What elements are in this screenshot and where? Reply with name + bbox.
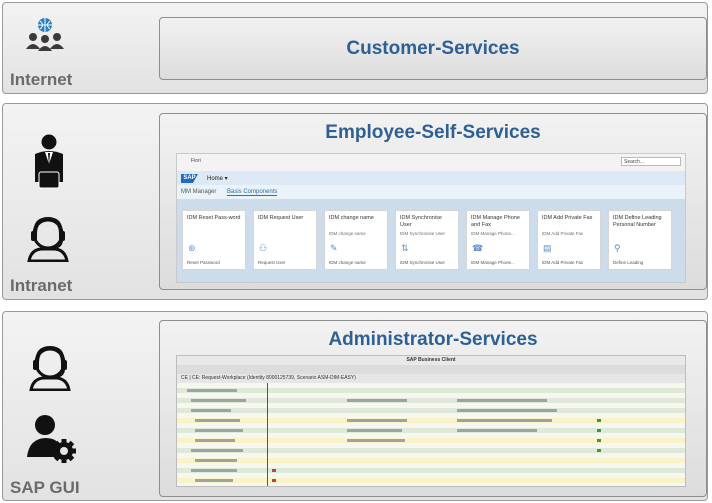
tile-add-private-fax[interactable]: IDM Add Private Fax IDM Add Private Fax … (537, 210, 601, 270)
sap-gui-screenshot: SAP Business Client CE | CE: Request-Wor… (176, 355, 686, 487)
users-icon: ⚇ (259, 243, 268, 253)
header-text: CE | CE: Request-Workplace (Identity 800… (181, 375, 356, 381)
customer-services-panel[interactable]: Customer-Services (159, 17, 707, 80)
support-agent-icon (27, 216, 69, 262)
tile-define-leading[interactable]: IDM Define Leading Personal Number ⚲ Def… (608, 210, 672, 270)
tab-basis-components[interactable]: Basis Components (227, 189, 278, 196)
zone-label-intranet: Intranet (10, 276, 73, 295)
internet-users-icon (26, 18, 64, 51)
browser-text: Fiori (191, 158, 201, 164)
tile-subtitle: IDM Add Private Fax (542, 231, 584, 236)
window-title: SAP Business Client (406, 357, 456, 363)
tile-footer: Request User (258, 260, 286, 265)
header-bar: CE | CE: Request-Workplace (Identity 800… (177, 374, 685, 383)
sap-logo: SAP (181, 174, 198, 183)
workplace-grid (177, 384, 685, 486)
tile-footer: Reset Password (187, 260, 220, 265)
tile-subtitle: IDM change name (329, 231, 366, 236)
home-menu[interactable]: Home ▾ (207, 175, 228, 182)
phone-icon: ☎ (472, 243, 484, 253)
panel-title-customer-services: Customer-Services (346, 38, 520, 59)
tile-title: IDM Define Leading Personal Number (613, 215, 662, 228)
tile-synchronise-user[interactable]: IDM Synchronise User IDM Synchronise Use… (395, 210, 459, 270)
fiori-tab-bar: MM Manager Basis Components (177, 185, 685, 199)
zone-label-sapgui: SAP GUI (10, 478, 80, 497)
edit-user-icon: ✎ (330, 243, 338, 253)
red-column-divider (267, 383, 268, 486)
tile-reset-password[interactable]: IDM Reset Pass-word ⊛ Reset Password (182, 210, 246, 270)
fax-icon: ▤ (543, 243, 552, 253)
browser-bar: Fiori Search... (177, 154, 685, 172)
tile-subtitle: IDM Synchronise User (400, 231, 446, 236)
reset-icon: ⊛ (188, 243, 196, 253)
tile-title: IDM change name (329, 215, 374, 221)
tile-request-user[interactable]: IDM Request User ⚇ Request User (253, 210, 317, 270)
tile-footer: IDM Synchronise User (400, 260, 446, 265)
tile-footer: Define Leading (613, 260, 644, 265)
tile-title: IDM Add Private Fax (542, 215, 593, 221)
tile-subtitle: IDM Manage Phone... (471, 231, 515, 236)
tile-footer: IDM change name (329, 260, 366, 265)
tile-title: IDM Reset Pass-word (187, 215, 241, 221)
tile-title: IDM Synchronise User (400, 215, 442, 228)
window-title-bar: SAP Business Client (177, 356, 685, 365)
sync-icon: ⇅ (401, 243, 409, 253)
fiori-shell-bar: SAP Home ▾ (177, 171, 685, 185)
support-agent-icon (29, 345, 71, 391)
tab-mm-manager[interactable]: MM Manager (181, 189, 216, 195)
add-person-icon: ⚲ (614, 243, 621, 253)
tile-footer: IDM Manage Phone... (471, 260, 515, 265)
businessman-icon (35, 134, 63, 189)
zone-label-internet: Internet (10, 70, 73, 89)
panel-title-administrator-services: Administrator-Services (328, 329, 538, 350)
ess-fiori-screenshot: Fiori Search... SAP Home ▾ MM Manager Ba… (176, 153, 686, 283)
tile-footer: IDM Add Private Fax (542, 260, 584, 265)
browser-search-input[interactable]: Search... (621, 157, 681, 166)
admin-settings-icon (27, 415, 76, 463)
panel-title-employee-self-services: Employee-Self-Services (325, 122, 541, 143)
toolbar (177, 365, 685, 374)
tile-area: IDM Reset Pass-word ⊛ Reset Password IDM… (177, 199, 685, 282)
tile-manage-phone-fax[interactable]: IDM Manage Phone and Fax IDM Manage Phon… (466, 210, 530, 270)
tile-title: IDM Request User (258, 215, 304, 221)
tile-title: IDM Manage Phone and Fax (471, 215, 520, 228)
tile-change-name[interactable]: IDM change name IDM change name ✎ IDM ch… (324, 210, 388, 270)
internet-zone: Internet Customer-Services (2, 2, 708, 94)
